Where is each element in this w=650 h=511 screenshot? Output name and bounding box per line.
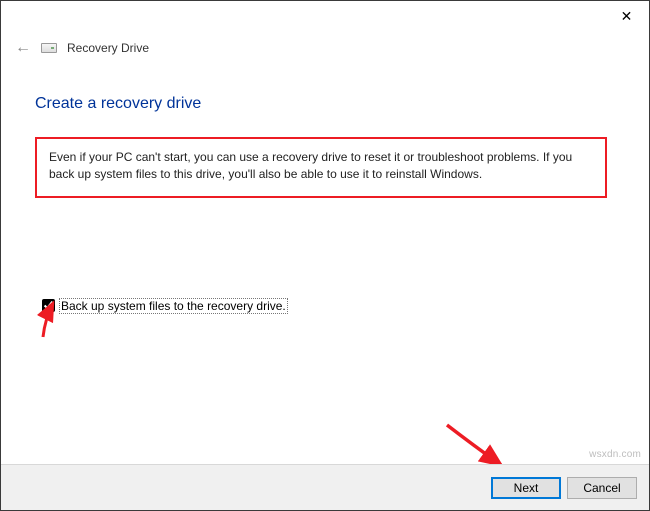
backup-checkbox-row[interactable]: Back up system files to the recovery dri… bbox=[42, 298, 615, 314]
close-icon: ✕ bbox=[621, 8, 633, 25]
next-button[interactable]: Next bbox=[491, 477, 561, 499]
description-text: Even if your PC can't start, you can use… bbox=[35, 137, 607, 198]
cancel-button[interactable]: Cancel bbox=[567, 477, 637, 499]
watermark: wsxdn.com bbox=[589, 449, 641, 460]
wizard-header: ← Recovery Drive bbox=[1, 31, 649, 65]
back-arrow-icon[interactable]: ← bbox=[15, 39, 31, 57]
titlebar: ✕ bbox=[1, 1, 649, 31]
button-bar: Next Cancel bbox=[1, 464, 649, 510]
close-button[interactable]: ✕ bbox=[604, 1, 649, 31]
backup-checkbox-label[interactable]: Back up system files to the recovery dri… bbox=[59, 298, 288, 314]
page-title: Create a recovery drive bbox=[35, 95, 615, 113]
window-title: Recovery Drive bbox=[67, 41, 149, 55]
drive-icon bbox=[41, 43, 57, 53]
backup-checkbox[interactable] bbox=[42, 299, 55, 312]
content-area: Create a recovery drive Even if your PC … bbox=[1, 65, 649, 314]
